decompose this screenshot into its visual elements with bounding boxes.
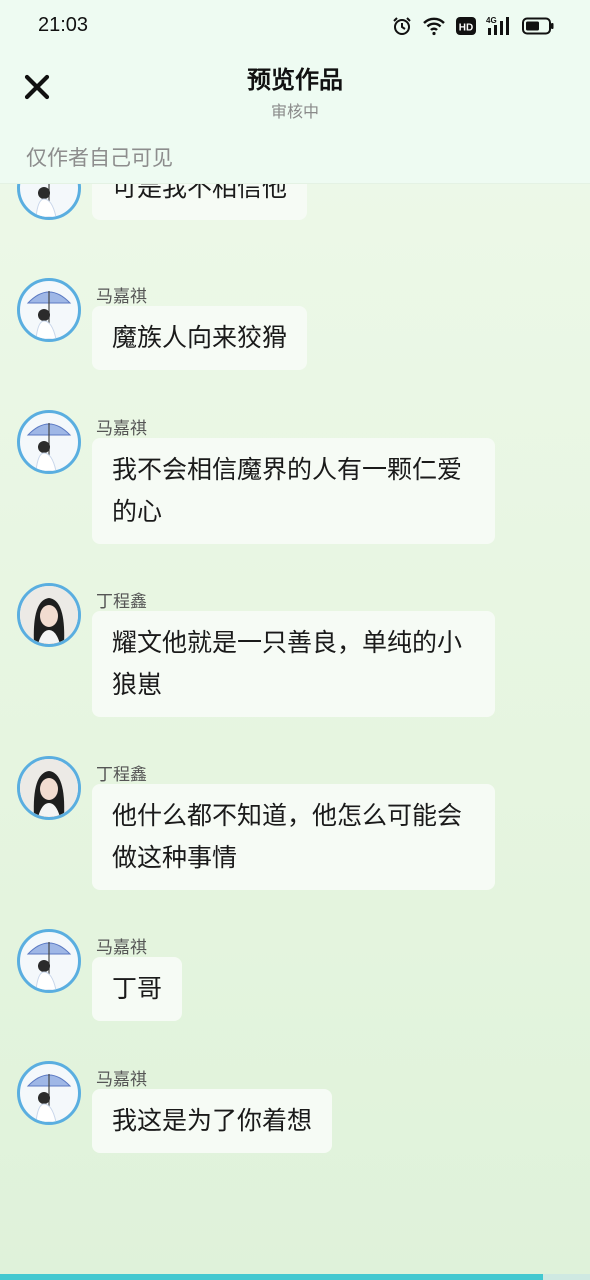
status-bar: 21:03 HD 4G: [0, 0, 590, 52]
avatar[interactable]: [17, 1061, 81, 1125]
page-title: 预览作品: [247, 66, 343, 94]
status-time: 21:03: [38, 14, 89, 36]
sender-name: 马嘉祺: [96, 938, 147, 958]
sender-name: 丁程鑫: [96, 765, 147, 785]
message-bubble[interactable]: 丁哥: [92, 957, 183, 1021]
avatar[interactable]: [17, 184, 81, 220]
umbrella-avatar-icon: [26, 291, 72, 339]
message-bubble[interactable]: 他什么都不知道，他怎么可能会做这种事情: [92, 784, 495, 890]
message-bubble[interactable]: 魔族人向来狡猾: [92, 306, 308, 370]
portrait-avatar-icon: [20, 586, 78, 644]
sender-name: 马嘉祺: [96, 1070, 147, 1090]
sender-name: 丁程鑫: [96, 592, 147, 612]
review-status: 审核中: [270, 102, 319, 121]
message-bubble[interactable]: 我这是为了你着想: [92, 1089, 333, 1153]
sender-name: 马嘉祺: [96, 419, 147, 439]
umbrella-avatar-icon: [26, 942, 72, 990]
visibility-notice: 仅作者自己可见: [0, 132, 590, 184]
avatar[interactable]: [17, 583, 81, 647]
svg-text:4G: 4G: [486, 16, 497, 25]
avatar[interactable]: [17, 410, 81, 474]
message-bubble[interactable]: 我不会相信魔界的人有一颗仁爱的心: [92, 438, 495, 544]
message-bubble[interactable]: 可是我不相信他: [92, 184, 308, 220]
visibility-notice-text: 仅作者自己可见: [26, 146, 173, 170]
avatar[interactable]: [17, 756, 81, 820]
alarm-icon: [392, 15, 412, 37]
header: 预览作品 审核中: [0, 52, 590, 132]
chat-list[interactable]: 可是我不相信他 马嘉祺 魔族人向来狡猾 马嘉祺 我不会相信魔界的人有一颗仁爱的心…: [0, 184, 590, 1274]
portrait-avatar-icon: [20, 759, 78, 817]
umbrella-avatar-icon: [26, 423, 72, 471]
avatar[interactable]: [17, 929, 81, 993]
umbrella-avatar-icon: [26, 1074, 72, 1122]
umbrella-avatar-icon: [35, 184, 57, 217]
progress-fill: [0, 1274, 543, 1280]
avatar[interactable]: [17, 278, 81, 342]
wifi-icon: [422, 15, 446, 37]
hd-icon: HD: [456, 15, 476, 37]
status-icons: HD 4G: [392, 14, 554, 38]
sender-name: 马嘉祺: [96, 287, 147, 307]
message-bubble[interactable]: 耀文他就是一只善良，单纯的小狼崽: [92, 611, 495, 717]
progress-bar: [0, 1274, 590, 1280]
battery-icon: [522, 15, 554, 37]
svg-text:HD: HD: [459, 23, 473, 34]
4g-signal-icon: 4G: [486, 15, 512, 37]
